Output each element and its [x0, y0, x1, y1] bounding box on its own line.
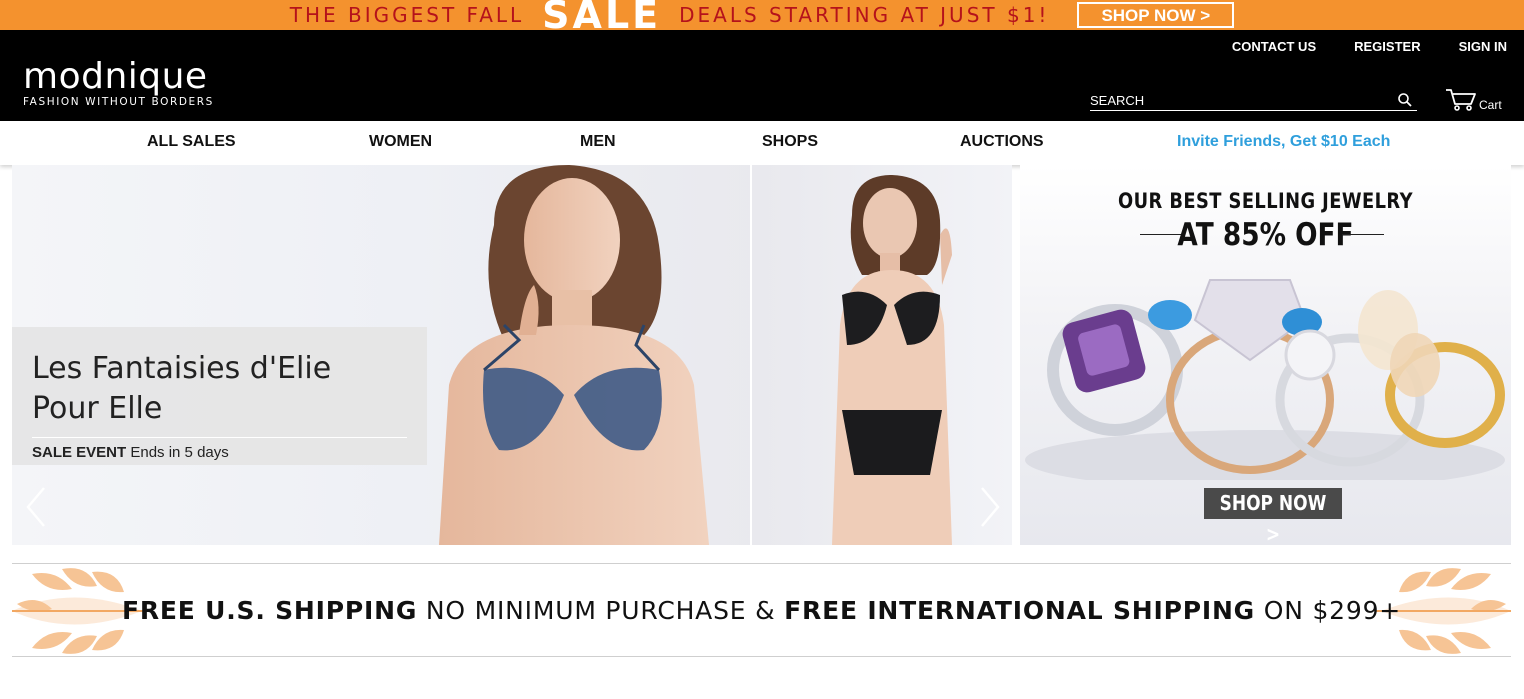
shipping-no-minimum: NO MINIMUM PURCHASE &: [417, 596, 785, 625]
nav-shops[interactable]: SHOPS: [762, 133, 818, 151]
shipping-threshold: ON $299+: [1255, 596, 1402, 625]
shipping-free-us: FREE U.S. SHIPPING: [121, 596, 418, 625]
hero-caption-divider: [32, 437, 407, 438]
jewelry-shop-now-button[interactable]: SHOP NOW >: [1204, 488, 1342, 545]
promo-banner[interactable]: THE BIGGEST FALL SALE DEALS STARTING AT …: [0, 0, 1524, 37]
cart-icon: [1446, 89, 1476, 111]
promo-sale-word: SALE: [542, 0, 662, 37]
logo[interactable]: modnique FASHION WITHOUT BORDERS: [23, 56, 214, 109]
contact-us-link[interactable]: CONTACT US: [1232, 39, 1316, 54]
hero-title-line1: Les Fantaisies d'Elie: [32, 351, 332, 386]
hero-sale-event-label: SALE EVENT: [32, 444, 127, 461]
shipping-free-international: FREE INTERNATIONAL SHIPPING: [784, 596, 1255, 625]
register-link[interactable]: REGISTER: [1354, 39, 1420, 54]
nav-women[interactable]: WOMEN: [369, 133, 432, 151]
cart-label: Cart: [1479, 98, 1502, 112]
shipping-message: FREE U.S. SHIPPING NO MINIMUM PURCHASE &…: [12, 596, 1511, 625]
hero-sale-event: SALE EVENT Ends in 5 days: [32, 444, 407, 461]
hero-sale-event-ends: Ends in 5 days: [126, 444, 229, 461]
shipping-banner[interactable]: FREE U.S. SHIPPING NO MINIMUM PURCHASE &…: [12, 563, 1511, 657]
account-links: CONTACT US REGISTER SIGN IN: [1232, 39, 1507, 54]
promo-text-after: DEALS STARTING AT JUST $1!: [679, 3, 1050, 27]
logo-tagline: FASHION WITHOUT BORDERS: [23, 96, 214, 108]
search-icon[interactable]: [1397, 92, 1413, 108]
hero-model-image-2: [832, 175, 952, 545]
nav-all-sales[interactable]: ALL SALES: [147, 133, 236, 151]
jewelry-rule-right: [1342, 234, 1384, 235]
nav-auctions[interactable]: AUCTIONS: [960, 133, 1044, 151]
main-nav: ALL SALES WOMEN MEN SHOPS AUCTIONS Invit…: [0, 121, 1524, 165]
hero-model-image-1: [439, 165, 709, 545]
carousel-next-arrow-icon[interactable]: [974, 485, 1004, 529]
hero-divider: [750, 165, 752, 545]
nav-men[interactable]: MEN: [580, 133, 616, 151]
promo-text-before: THE BIGGEST FALL: [289, 3, 525, 27]
hero-title-line2: Pour Elle: [32, 391, 163, 426]
site-header: modnique FASHION WITHOUT BORDERS CONTACT…: [0, 30, 1524, 121]
sign-in-link[interactable]: SIGN IN: [1459, 39, 1507, 54]
search-box: [1090, 90, 1417, 111]
logo-wordmark: modnique: [23, 56, 208, 97]
hero-carousel[interactable]: Les Fantaisies d'Elie Pour Elle SALE EVE…: [12, 165, 1012, 545]
search-input[interactable]: [1090, 92, 1380, 108]
promo-shop-now-button[interactable]: SHOP NOW >: [1077, 2, 1235, 28]
jewelry-promo[interactable]: OUR BEST SELLING JEWELRY AT 85% OFF SHOP…: [1020, 165, 1511, 545]
jewelry-headline-line2: AT 85% OFF: [1177, 217, 1354, 253]
jewelry-headline-line1: OUR BEST SELLING JEWELRY: [1118, 189, 1413, 213]
promo-text: THE BIGGEST FALL SALE DEALS STARTING AT …: [289, 0, 1235, 37]
nav-invite-friends[interactable]: Invite Friends, Get $10 Each: [1177, 133, 1390, 151]
hero-caption: Les Fantaisies d'Elie Pour Elle SALE EVE…: [12, 327, 427, 465]
jewelry-rings-image: [1025, 279, 1505, 480]
carousel-prev-arrow-icon[interactable]: [22, 485, 52, 529]
cart-button[interactable]: Cart: [1445, 88, 1502, 112]
jewelry-shop-now-label: SHOP NOW >: [1219, 491, 1327, 545]
